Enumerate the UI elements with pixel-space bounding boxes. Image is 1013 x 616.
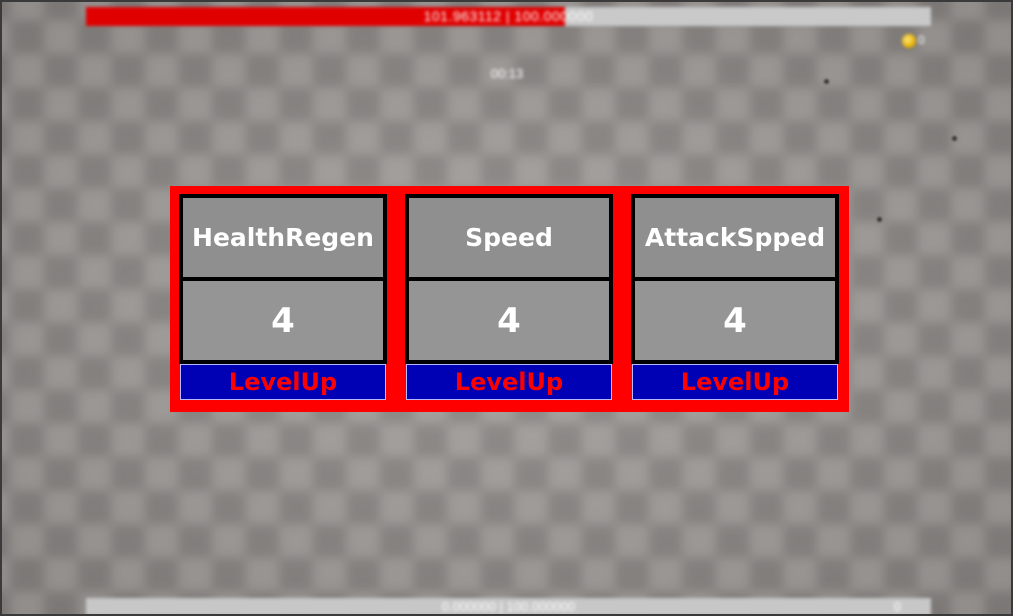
- health-bar-text: 101.963112 | 100.000000: [423, 8, 594, 24]
- levelup-button-speed[interactable]: LevelUp: [406, 364, 612, 400]
- debris-speck: [824, 79, 829, 84]
- stat-level-value: 4: [409, 281, 609, 360]
- levelup-panel: HealthRegen 4 LevelUp Speed 4 LevelUp At…: [170, 186, 849, 412]
- debris-speck: [952, 136, 957, 141]
- stat-frame: Speed 4: [405, 194, 613, 364]
- stat-name: Speed: [409, 198, 609, 277]
- stat-name: AttackSpped: [635, 198, 835, 277]
- stat-level-value: 4: [183, 281, 383, 360]
- levelup-button-attack-speed[interactable]: LevelUp: [632, 364, 838, 400]
- bottom-bar-right-text: 0: [893, 599, 901, 614]
- game-viewport: 101.963112 | 100.000000 00:13 0 HealthRe…: [0, 0, 1013, 616]
- debris-speck: [877, 217, 882, 222]
- stat-card-health-regen: HealthRegen 4 LevelUp: [179, 194, 387, 400]
- stat-level-value: 4: [635, 281, 835, 360]
- stat-frame: HealthRegen 4: [179, 194, 387, 364]
- bottom-bar-text: 0.000000 | 100.000000: [441, 599, 576, 614]
- stat-frame: AttackSpped 4: [631, 194, 839, 364]
- game-timer: 00:13: [490, 66, 524, 81]
- health-bar: 101.963112 | 100.000000: [86, 7, 931, 26]
- stat-name: HealthRegen: [183, 198, 383, 277]
- coin-icon: [902, 34, 916, 48]
- stat-card-speed: Speed 4 LevelUp: [405, 194, 613, 400]
- coin-count: 0: [918, 33, 925, 47]
- levelup-button-health-regen[interactable]: LevelUp: [180, 364, 386, 400]
- stat-card-attack-speed: AttackSpped 4 LevelUp: [631, 194, 839, 400]
- bottom-status-bar: 0.000000 | 100.000000 0: [86, 598, 931, 614]
